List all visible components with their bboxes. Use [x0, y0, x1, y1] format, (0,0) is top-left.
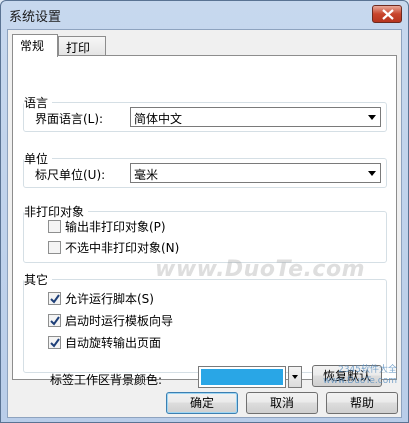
cancel-button[interactable]: 取消 — [246, 392, 318, 414]
ruler-unit-label: 标尺单位(U): — [35, 168, 106, 182]
deselect-non-print-label: 不选中非打印对象(N) — [65, 241, 180, 255]
other-group: 其它 允许运行脚本(S) 启动时运行模板向导 自动旋转输出页面 标签工作区背景颜… — [23, 271, 387, 388]
help-button[interactable]: 帮助 — [326, 392, 398, 414]
unit-group: 单位 标尺单位(U): 毫米 — [23, 150, 387, 188]
ok-label: 确定 — [189, 396, 214, 410]
watermark-logo-line2: www.DuoTe.com — [323, 376, 397, 386]
title-bar[interactable]: 系统设置 — [1, 1, 408, 29]
checkbox-box[interactable] — [48, 292, 61, 305]
tab-print[interactable]: 打印 — [58, 36, 106, 56]
help-label: 帮助 — [349, 396, 374, 410]
tab-general-label: 常规 — [20, 39, 45, 53]
other-group-title: 其它 — [24, 271, 53, 288]
language-group: 语言 界面语言(L): 简体中文 — [23, 94, 387, 132]
allow-script-label: 允许运行脚本(S) — [65, 292, 154, 306]
checkbox-box[interactable] — [48, 336, 61, 349]
ui-language-value: 简体中文 — [134, 112, 183, 126]
language-group-title: 语言 — [24, 94, 53, 111]
checkbox-box[interactable] — [48, 220, 61, 233]
close-icon — [382, 9, 394, 20]
general-tab-panel: 语言 界面语言(L): 简体中文 单位 标尺单位(U): 毫米 非打印对象 输出… — [12, 55, 397, 388]
tab-print-label: 打印 — [66, 41, 91, 55]
cancel-label: 取消 — [269, 396, 294, 410]
template-wizard-checkbox[interactable]: 启动时运行模板向导 — [48, 312, 173, 329]
settings-dialog: 系统设置 常规 打印 语言 界面语言(L): 简体中文 单位 标尺单位(U): … — [0, 0, 409, 423]
watermark-logo: 2345软件大全 www.DuoTe.com — [323, 365, 397, 387]
ok-button[interactable]: 确定 — [166, 392, 238, 414]
ruler-unit-select[interactable]: 毫米 — [130, 163, 381, 183]
bg-color-fill — [201, 369, 283, 385]
window-title: 系统设置 — [9, 10, 62, 25]
ui-language-select[interactable]: 简体中文 — [130, 107, 381, 127]
bg-color-label: 标签工作区背景颜色: — [50, 373, 163, 387]
bg-color-swatch[interactable] — [198, 366, 286, 388]
non-print-group: 非打印对象 输出非打印对象(P) 不选中非打印对象(N) — [23, 203, 387, 263]
checkmark-icon — [50, 294, 60, 304]
deselect-non-print-checkbox[interactable]: 不选中非打印对象(N) — [48, 239, 179, 256]
output-non-print-label: 输出非打印对象(P) — [65, 220, 166, 234]
bg-color-dropdown-button[interactable] — [288, 366, 302, 388]
tab-general[interactable]: 常规 — [12, 34, 58, 57]
auto-rotate-label: 自动旋转输出页面 — [65, 336, 162, 350]
checkbox-box[interactable] — [48, 314, 61, 327]
dialog-client: 常规 打印 语言 界面语言(L): 简体中文 单位 标尺单位(U): 毫米 非打… — [7, 29, 402, 418]
checkmark-icon — [50, 338, 60, 348]
chevron-down-icon — [292, 375, 298, 379]
auto-rotate-checkbox[interactable]: 自动旋转输出页面 — [48, 334, 161, 351]
ruler-unit-value: 毫米 — [134, 168, 159, 182]
watermark-logo-line1: 2345软件大全 — [338, 365, 397, 375]
close-button[interactable] — [372, 5, 402, 23]
unit-group-title: 单位 — [24, 150, 53, 167]
output-non-print-checkbox[interactable]: 输出非打印对象(P) — [48, 218, 166, 235]
watermark-text: www.DuoTe.com — [155, 257, 365, 282]
template-wizard-label: 启动时运行模板向导 — [65, 314, 174, 328]
checkmark-icon — [50, 316, 60, 326]
allow-script-checkbox[interactable]: 允许运行脚本(S) — [48, 290, 154, 307]
checkbox-box[interactable] — [48, 241, 61, 254]
chevron-down-icon — [368, 171, 376, 176]
ui-language-label: 界面语言(L): — [35, 112, 104, 126]
chevron-down-icon — [368, 115, 376, 120]
